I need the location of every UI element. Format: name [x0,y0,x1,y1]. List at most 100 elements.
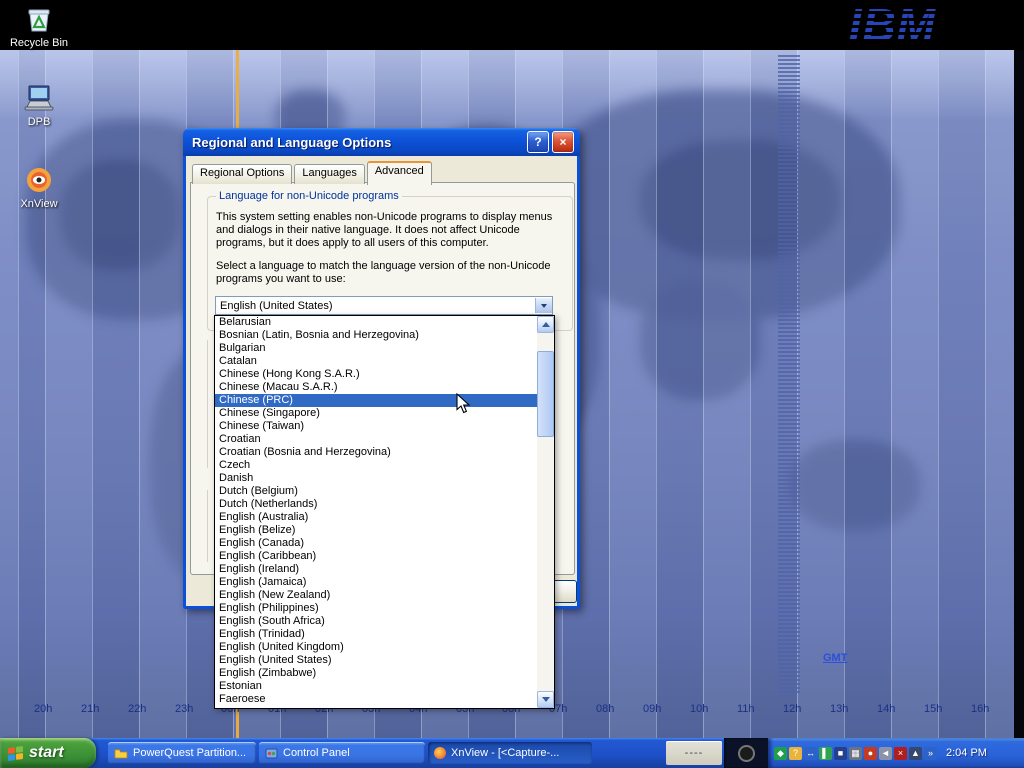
dropdown-scrollbar[interactable] [537,316,554,708]
language-dropdown-list: Belarusian Bosnian (Latin, Bosnia and He… [214,315,555,709]
taskbar-dark-segment[interactable] [724,738,768,768]
dropdown-item-selected[interactable]: Chinese (PRC) [215,394,537,407]
dialog-titlebar[interactable]: Regional and Language Options ? × [183,128,580,156]
dropdown-item[interactable]: English (Ireland) [215,563,537,576]
desktop-icon-label: XnView [4,198,74,210]
tray-icon-8[interactable]: ◄ [879,747,892,760]
dropdown-item[interactable]: Croatian [215,433,537,446]
tab-languages[interactable]: Languages [294,164,364,184]
dropdown-item[interactable]: Dutch (Belgium) [215,485,537,498]
scrollbar-track[interactable] [537,333,554,691]
dropdown-item[interactable]: Chinese (Singapore) [215,407,537,420]
top-black-bar: IBM [0,0,1024,50]
wallpaper-right-edge [1014,50,1024,738]
desktop-icon-label: Recycle Bin [4,37,74,49]
dropdown-item[interactable]: Belarusian [215,316,537,329]
taskbar-misc-segment[interactable]: ---- [666,741,722,765]
system-tray: ◆ ? ↔ ▌ ■ ▦ ● ◄ × ▲ » 2:04 PM [768,738,1024,768]
ibm-logo: IBM [849,0,936,50]
dark-segment-icon [738,745,755,762]
tray-icon-9[interactable]: × [894,747,907,760]
start-button[interactable]: start [0,738,96,768]
dropdown-item[interactable]: English (Zimbabwe) [215,667,537,680]
tray-glyph: ↔ [806,748,815,758]
tray-icon-3[interactable]: ↔ [804,747,817,760]
hour-label: 22h [128,703,146,715]
taskbar-button-xnview[interactable]: XnView - [<Capture-... [428,742,592,764]
dropdown-item[interactable]: English (South Africa) [215,615,537,628]
dropdown-item[interactable]: Dutch (Netherlands) [215,498,537,511]
tray-icon-11[interactable]: » [924,747,937,760]
chevron-down-icon [541,304,547,308]
dropdown-item[interactable]: English (Caribbean) [215,550,537,563]
tab-regional-options[interactable]: Regional Options [192,164,292,184]
control-panel-icon [265,747,278,760]
tray-icon-6[interactable]: ▦ [849,747,862,760]
scrollbar-thumb[interactable] [537,351,554,437]
tray-glyph: ▦ [851,748,860,759]
tray-icon-7[interactable]: ● [864,747,877,760]
dropdown-item[interactable]: English (United Kingdom) [215,641,537,654]
tray-icon-1[interactable]: ◆ [774,747,787,760]
select-language-instruction-text: Select a language to match the language … [216,260,562,286]
dropdown-item[interactable]: Bosnian (Latin, Bosnia and Herzegovina) [215,329,537,342]
folder-icon [114,748,128,759]
dropdown-item[interactable]: Czech [215,459,537,472]
dialog-title: Regional and Language Options [189,135,524,150]
dropdown-item[interactable]: English (Canada) [215,537,537,550]
dropdown-item[interactable]: English (Trinidad) [215,628,537,641]
non-unicode-description-text: This system setting enables non-Unicode … [216,211,562,250]
dropdown-item[interactable]: Chinese (Taiwan) [215,420,537,433]
dropdown-item[interactable]: English (New Zealand) [215,589,537,602]
dropdown-item[interactable]: Chinese (Hong Kong S.A.R.) [215,368,537,381]
dropdown-item[interactable]: Faeroese [215,693,537,706]
tray-icon-2[interactable]: ? [789,747,802,760]
close-button[interactable]: × [552,131,574,153]
triangle-down-icon [542,697,550,702]
dropdown-item[interactable]: Chinese (Macau S.A.R.) [215,381,537,394]
laptop-icon [4,82,74,114]
groupbox-edge-fragment [207,490,208,562]
dropdown-item[interactable]: English (Philippines) [215,602,537,615]
recycle-bin-icon [4,3,74,35]
scroll-up-button[interactable] [537,316,554,333]
hour-label: 16h [971,703,989,715]
groupbox-edge-fragment [207,340,208,468]
tray-glyph: ▌ [822,748,828,758]
dropdown-item[interactable]: English (Belize) [215,524,537,537]
dropdown-item[interactable]: English (Jamaica) [215,576,537,589]
dateline-hatch-band [778,55,800,695]
taskbar: start PowerQuest Partition... Control Pa… [0,738,1024,768]
hour-label: 20h [34,703,52,715]
start-label: start [29,744,64,762]
desktop: GMT 20h 21h 22h 23h 00h 01h 02h 03h 04h … [0,0,1024,768]
combobox-value: English (United States) [216,300,535,312]
dropdown-item[interactable]: Croatian (Bosnia and Herzegovina) [215,446,537,459]
gmt-label: GMT [823,652,847,664]
windows-flag-icon [8,745,23,760]
dropdown-item[interactable]: Danish [215,472,537,485]
scroll-down-button[interactable] [537,691,554,708]
dropdown-item[interactable]: English (United States) [215,654,537,667]
tray-icon-10[interactable]: ▲ [909,747,922,760]
combobox-dropdown-button[interactable] [535,298,552,313]
dropdown-item[interactable]: Estonian [215,680,537,693]
hour-label: 13h [830,703,848,715]
taskbar-button-powerquest[interactable]: PowerQuest Partition... [108,742,256,764]
help-button[interactable]: ? [527,131,549,153]
desktop-icon-xnview[interactable]: XnView [4,164,74,210]
dropdown-item[interactable]: English (Australia) [215,511,537,524]
desktop-icon-recycle-bin[interactable]: Recycle Bin [4,3,74,49]
tray-icon-4[interactable]: ▌ [819,747,832,760]
tray-glyph: ◄ [881,748,890,758]
tab-advanced[interactable]: Advanced [367,161,432,185]
dropdown-item[interactable]: Bulgarian [215,342,537,355]
desktop-icon-dpb[interactable]: DPB [4,82,74,128]
language-combobox[interactable]: English (United States) [215,296,553,315]
hour-label: 11h [737,703,755,715]
taskbar-button-control-panel[interactable]: Control Panel [259,742,425,764]
dropdown-item[interactable]: Catalan [215,355,537,368]
dropdown-items: Belarusian Bosnian (Latin, Bosnia and He… [215,316,537,708]
tray-icon-5[interactable]: ■ [834,747,847,760]
hour-label: 23h [175,703,193,715]
